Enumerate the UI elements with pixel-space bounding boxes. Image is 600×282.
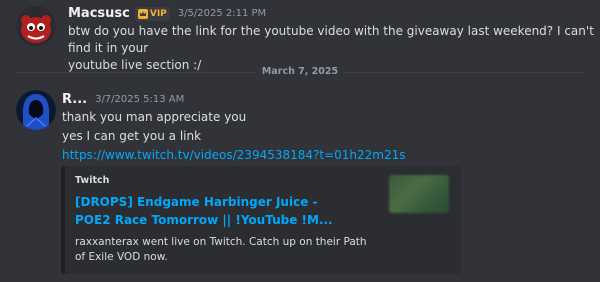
timestamp[interactable]: 3/5/2025 2:11 PM (178, 8, 266, 19)
vip-badge: VIP (134, 6, 170, 21)
message-line: thank you man appreciate you (62, 110, 247, 124)
embed-provider[interactable]: Twitch (75, 175, 109, 186)
date-divider-label: March 7, 2025 (255, 66, 345, 77)
message-macsusc: Macsusc VIP 3/5/2025 2:11 PM btw do you … (0, 0, 600, 72)
timestamp[interactable]: 3/7/2025 5:13 AM (95, 94, 184, 105)
crown-icon (137, 8, 148, 19)
username[interactable]: Macsusc (68, 6, 130, 21)
avatar-macsusc[interactable] (16, 6, 56, 46)
twitch-vod-link[interactable]: https://www.twitch.tv/videos/2394538184?… (62, 148, 406, 162)
message-header: R... 3/7/2025 5:13 AM (62, 92, 184, 107)
vip-badge-label: VIP (149, 8, 167, 19)
username[interactable]: R... (62, 92, 87, 107)
hooded-figure-avatar-icon (16, 90, 56, 130)
message-header: Macsusc VIP 3/5/2025 2:11 PM (68, 6, 266, 21)
link-embed: Twitch [DROPS] Endgame Harbinger Juice -… (61, 166, 461, 274)
message-line: yes I can get you a link (62, 129, 202, 143)
message-text: thank you man appreciate you yes I can g… (62, 108, 246, 146)
embed-description: raxxanterax went live on Twitch. Catch u… (75, 236, 367, 263)
embed-title-link[interactable]: [DROPS] Endgame Harbinger Juice - POE2 R… (75, 193, 355, 229)
avatar-r[interactable] (16, 90, 56, 130)
message-line: btw do you have the link for the youtube… (68, 24, 594, 55)
date-divider: March 7, 2025 (0, 66, 600, 77)
red-monster-avatar-icon (16, 6, 56, 46)
embed-thumbnail[interactable] (389, 175, 449, 213)
